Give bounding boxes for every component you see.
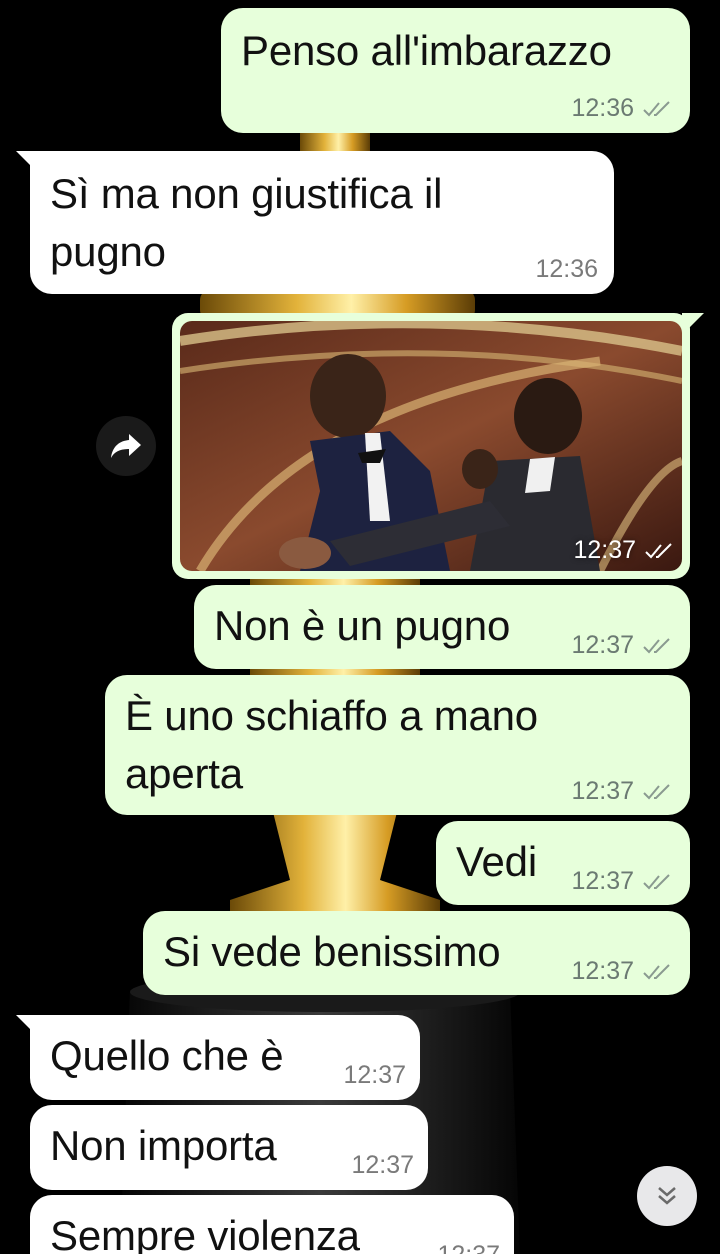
message-text: Sempre violenza [50,1212,360,1254]
message-time: 12:37 [571,631,634,659]
message-time: 12:37 [343,1061,406,1089]
double-check-icon [643,783,670,799]
forward-arrow-icon [111,434,141,458]
message-bubble-incoming[interactable]: Sempre violenza 12:37 [30,1195,514,1254]
message-time: 12:37 [571,957,634,985]
double-check-icon [643,873,670,889]
message-meta: 12:36 [571,94,672,123]
message-time: 12:37 [573,536,636,564]
message-meta: 12:37 [573,536,674,565]
message-meta: 12:37 [343,1061,406,1090]
image-message-bubble[interactable]: 12:37 [172,313,690,579]
message-meta: 12:37 [351,1151,414,1180]
message-meta: 12:37 [571,957,672,986]
message-time: 12:37 [351,1151,414,1179]
message-time: 12:36 [535,255,598,283]
message-text: Si vede benissimo [163,928,501,975]
photo-image [180,321,682,571]
message-time: 12:37 [571,867,634,895]
message-time: 12:36 [571,94,634,122]
chat-screen: Penso all'imbarazzo 12:36 Sì ma non gius… [0,0,720,1254]
message-text: È uno schiaffo a mano aperta [125,692,538,797]
message-text: Non importa [50,1122,277,1169]
double-chevron-down-icon [658,1187,676,1205]
message-bubble-outgoing[interactable]: Si vede benissimo 12:37 [143,911,690,995]
message-text: Sì ma non giustifica il pugno [50,170,443,275]
double-check-icon [643,637,670,653]
double-check-icon [643,963,670,979]
message-meta: 12:37 [571,631,672,660]
message-time: 12:37 [437,1241,500,1254]
message-bubble-incoming[interactable]: Sì ma non giustifica il pugno 12:36 [30,151,614,294]
message-meta: 12:37 [571,867,672,896]
double-check-icon [643,100,670,116]
message-text: Quello che è [50,1032,284,1079]
double-check-icon [645,542,672,558]
message-bubble-outgoing[interactable]: Vedi 12:37 [436,821,690,905]
message-bubble-outgoing[interactable]: È uno schiaffo a mano aperta 12:37 [105,675,690,815]
message-bubble-incoming[interactable]: Non importa 12:37 [30,1105,428,1190]
scroll-to-bottom-button[interactable] [637,1166,697,1226]
message-meta: 12:36 [535,255,598,284]
message-meta: 12:37 [437,1241,500,1254]
message-bubble-outgoing[interactable]: Non è un pugno 12:37 [194,585,690,669]
message-time: 12:37 [571,777,634,805]
message-text: Vedi [456,838,537,885]
message-text: Penso all'imbarazzo [241,27,612,74]
message-text: Non è un pugno [214,602,511,649]
message-bubble-outgoing[interactable]: Penso all'imbarazzo 12:36 [221,8,690,133]
message-meta: 12:37 [571,777,672,806]
message-photo[interactable] [180,321,682,571]
forward-button[interactable] [96,416,156,476]
message-bubble-incoming[interactable]: Quello che è 12:37 [30,1015,420,1100]
